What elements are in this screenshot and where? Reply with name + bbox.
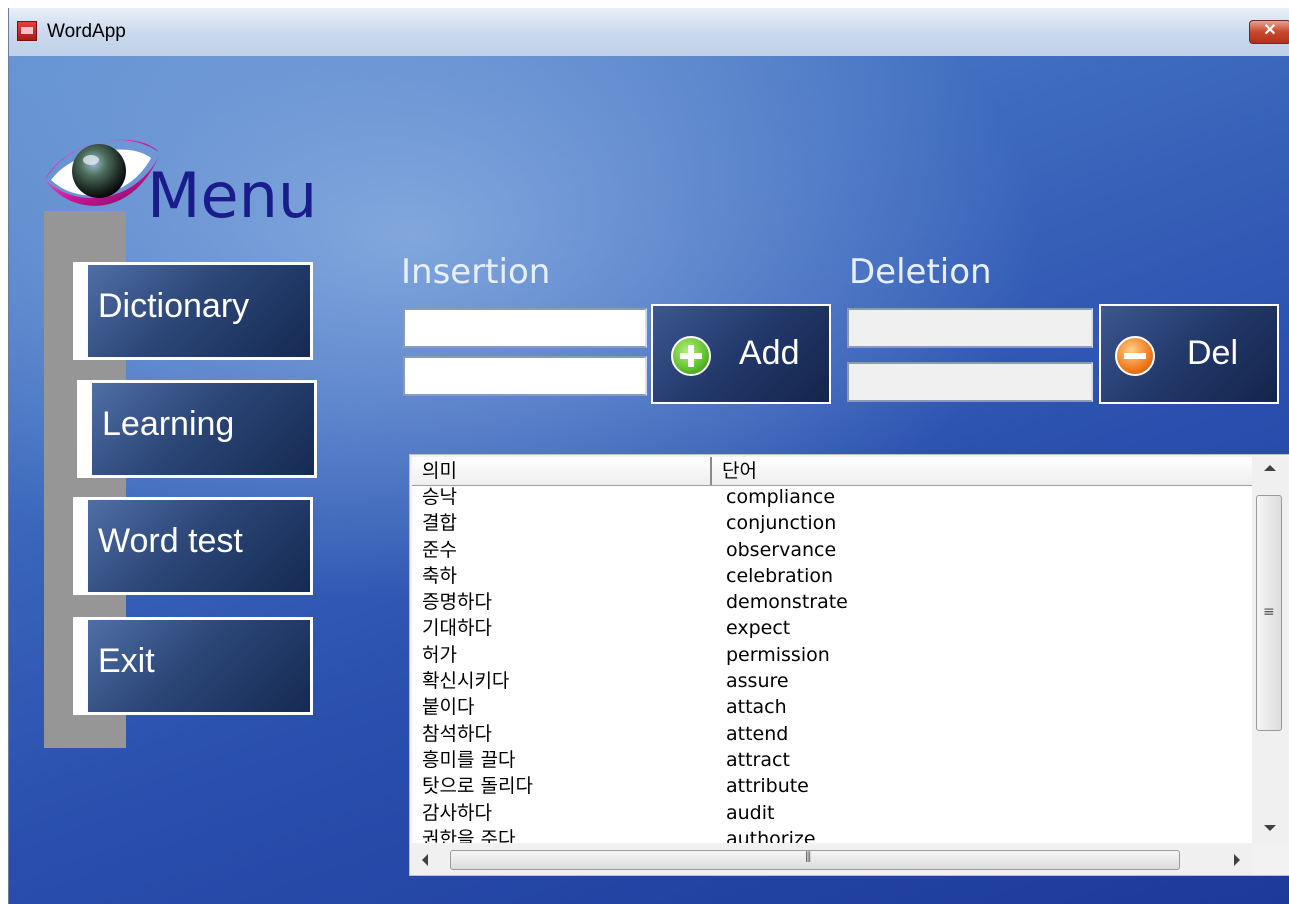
list-rows: 승낙 compliance 결합 conjunction 준수 observance …	[412, 487, 1252, 843]
meaning-cell: 감사하다	[422, 801, 492, 824]
insert-meaning-input[interactable]	[403, 308, 647, 348]
meaning-cell: 흥미를 끌다	[422, 748, 516, 771]
close-button[interactable]: ✕	[1249, 20, 1289, 44]
word-cell: observance	[726, 538, 837, 561]
column-header-meaning[interactable]: 의미	[412, 457, 712, 485]
app-icon	[17, 21, 37, 41]
horizontal-scrollbar[interactable]: ⦀	[412, 845, 1252, 875]
list-item[interactable]: 확신시키다 assure	[412, 671, 1252, 697]
list-header: 의미 단어	[412, 457, 1252, 486]
list-item[interactable]: 권한을 주다 authorize	[412, 829, 1252, 843]
vertical-scroll-thumb[interactable]: ≡	[1256, 495, 1282, 731]
list-item[interactable]: 허가 permission	[412, 645, 1252, 671]
app-window: WordApp ✕ Menu Dictionary Learning Word …	[8, 8, 1289, 904]
main-area: Menu Dictionary Learning Word test Exit …	[9, 56, 1289, 904]
meaning-cell: 결합	[422, 512, 457, 535]
list-item[interactable]: 축하 celebration	[412, 566, 1252, 592]
word-cell: compliance	[726, 486, 836, 508]
plus-circle-icon	[671, 336, 711, 376]
meaning-cell: 허가	[422, 643, 457, 666]
word-test-button[interactable]: Word test	[85, 497, 313, 595]
meaning-cell: 참석하다	[422, 722, 492, 745]
learning-button-label: Learning	[102, 405, 235, 443]
menu-title: Menu	[147, 159, 318, 232]
window-title: WordApp	[47, 21, 126, 42]
word-cell: permission	[726, 643, 830, 666]
dictionary-button[interactable]: Dictionary	[85, 262, 313, 360]
delete-word-input[interactable]	[847, 362, 1093, 402]
word-cell: audit	[726, 801, 775, 824]
meaning-cell: 기대하다	[422, 617, 492, 640]
title-bar[interactable]: WordApp ✕	[9, 8, 1289, 57]
list-item[interactable]: 증명하다 demonstrate	[412, 592, 1252, 618]
word-cell: assure	[726, 670, 789, 693]
minus-circle-icon	[1115, 336, 1155, 376]
meaning-cell: 증명하다	[422, 591, 492, 614]
del-button[interactable]: Del	[1099, 304, 1279, 404]
add-button[interactable]: Add	[651, 304, 831, 404]
word-cell: attract	[726, 748, 790, 771]
list-item[interactable]: 기대하다 expect	[412, 618, 1252, 644]
list-item[interactable]: 탓으로 돌리다 attribute	[412, 776, 1252, 802]
del-button-label: Del	[1187, 334, 1239, 372]
horizontal-scroll-thumb[interactable]: ⦀	[450, 850, 1180, 870]
delete-meaning-input[interactable]	[847, 308, 1093, 348]
word-cell: attend	[726, 722, 789, 745]
vertical-scrollbar[interactable]: ≡	[1252, 457, 1288, 843]
insertion-label: Insertion	[401, 252, 551, 292]
grip-icon: ≡	[1263, 604, 1275, 620]
meaning-cell: 축하	[422, 564, 457, 587]
word-test-button-label: Word test	[98, 522, 243, 560]
meaning-cell: 준수	[422, 538, 457, 561]
deletion-label: Deletion	[849, 252, 992, 292]
word-cell: attribute	[726, 775, 809, 798]
list-item[interactable]: 감사하다 audit	[412, 803, 1252, 829]
column-header-word[interactable]: 단어	[712, 457, 1252, 485]
word-list-panel: 의미 단어 승낙 compliance 결합 conjunction 준수 obser…	[409, 454, 1289, 876]
scroll-up-icon[interactable]	[1264, 465, 1276, 471]
meaning-cell: 탓으로 돌리다	[422, 775, 533, 798]
learning-button[interactable]: Learning	[89, 380, 317, 478]
meaning-cell: 붙이다	[422, 696, 475, 719]
dictionary-button-label: Dictionary	[98, 287, 250, 325]
scroll-right-icon[interactable]	[1234, 854, 1240, 866]
word-cell: attach	[726, 696, 787, 719]
grip-icon: ⦀	[805, 850, 812, 866]
word-cell: expect	[726, 617, 791, 640]
word-cell: conjunction	[726, 512, 837, 535]
list-item[interactable]: 결합 conjunction	[412, 513, 1252, 539]
word-cell: demonstrate	[726, 591, 848, 614]
list-item[interactable]: 흥미를 끌다 attract	[412, 750, 1252, 776]
exit-button[interactable]: Exit	[85, 617, 313, 715]
exit-button-label: Exit	[98, 642, 155, 680]
scroll-down-icon[interactable]	[1264, 825, 1276, 831]
word-cell: celebration	[726, 564, 834, 587]
list-item[interactable]: 승낙 compliance	[412, 487, 1252, 513]
word-list[interactable]: 의미 단어 승낙 compliance 결합 conjunction 준수 obser…	[412, 457, 1252, 843]
insert-word-input[interactable]	[403, 356, 647, 396]
scroll-left-icon[interactable]	[422, 854, 428, 866]
list-item[interactable]: 준수 observance	[412, 540, 1252, 566]
meaning-cell: 권한을 주다	[422, 827, 516, 843]
word-cell: authorize	[726, 827, 816, 843]
meaning-cell: 승낙	[422, 486, 457, 508]
meaning-cell: 확신시키다	[422, 670, 510, 693]
eye-logo-icon	[45, 139, 159, 206]
list-item[interactable]: 참석하다 attend	[412, 724, 1252, 750]
add-button-label: Add	[739, 334, 800, 372]
list-item[interactable]: 붙이다 attach	[412, 697, 1252, 723]
